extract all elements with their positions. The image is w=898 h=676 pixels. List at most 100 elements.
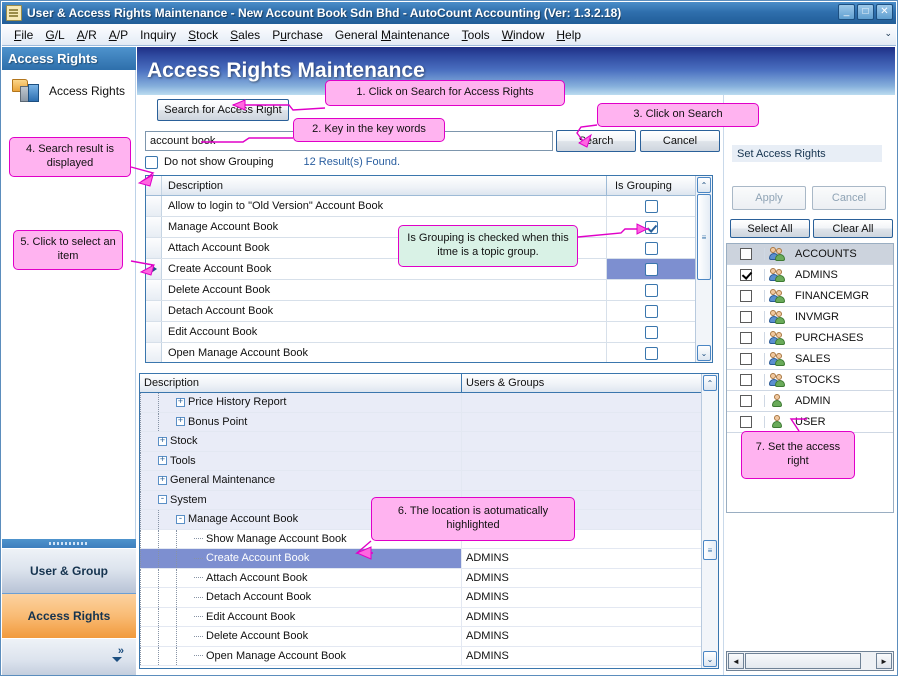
list-item[interactable]: STOCKS [727, 370, 893, 391]
menu-item-ap[interactable]: A/P [103, 26, 134, 44]
nav-splitter-grip[interactable] [2, 539, 136, 548]
expand-icon[interactable]: + [176, 417, 185, 427]
is-grouping-checkbox[interactable] [644, 262, 658, 276]
table-row[interactable]: Open Manage Account Book [146, 343, 695, 362]
tree-cell-description[interactable]: + Bonus Point [140, 412, 462, 431]
scroll-down-arrow-icon[interactable]: ⌄ [703, 651, 717, 667]
is-grouping-checkbox[interactable] [644, 325, 658, 339]
leftnav-entry-access-rights[interactable]: Access Rights [2, 70, 135, 104]
tree-row[interactable]: + General Maintenance [140, 471, 701, 491]
clear-all-button[interactable]: Clear All [813, 219, 893, 238]
user-group-checkbox[interactable] [739, 248, 752, 260]
nav-band-access-rights[interactable]: Access Rights [2, 593, 136, 638]
tree-cell-description[interactable]: Create Account Book [140, 549, 462, 568]
expand-icon[interactable]: + [176, 397, 185, 407]
tree-row[interactable]: Create Account Book ADMINS [140, 549, 701, 569]
search-button[interactable]: Search [556, 130, 636, 152]
tree-row[interactable]: + Stock [140, 432, 701, 452]
tree-column-header-description[interactable]: Description [140, 374, 462, 392]
expand-icon[interactable]: + [158, 475, 167, 485]
is-grouping-checkbox[interactable] [644, 241, 658, 255]
user-group-checkbox[interactable] [739, 332, 752, 344]
cancel-button[interactable]: Cancel [640, 130, 720, 152]
row-indicator[interactable] [146, 196, 162, 216]
tree-row[interactable]: + Tools [140, 451, 701, 471]
list-item[interactable]: ADMIN [727, 391, 893, 412]
cell-is-grouping[interactable] [607, 343, 695, 362]
results-grid-vscrollbar[interactable]: ⌃ ≡ ⌄ [695, 176, 712, 362]
row-indicator[interactable] [146, 280, 162, 300]
is-grouping-checkbox[interactable] [644, 346, 658, 360]
table-row[interactable]: Allow to login to "Old Version" Account … [146, 196, 695, 217]
scroll-up-arrow-icon[interactable]: ⌃ [703, 375, 717, 391]
user-group-checkbox-cell[interactable] [727, 374, 765, 386]
cell-is-grouping[interactable] [607, 259, 695, 279]
cell-is-grouping[interactable] [607, 238, 695, 258]
scroll-down-arrow-icon[interactable]: ⌄ [697, 345, 711, 361]
list-item[interactable]: ACCOUNTS [727, 244, 893, 265]
list-item[interactable]: FINANCEMGR [727, 286, 893, 307]
chevron-down-icon[interactable] [112, 657, 122, 662]
menu-item-gl[interactable]: G/L [39, 26, 70, 44]
is-grouping-checkbox[interactable] [644, 283, 658, 297]
list-item[interactable]: SALES [727, 349, 893, 370]
collapse-icon[interactable]: - [176, 514, 185, 524]
tree-cell-description[interactable]: Delete Account Book [140, 627, 462, 646]
menu-item-purchase[interactable]: Purchase [266, 26, 329, 44]
nav-band-overflow[interactable]: » [2, 638, 136, 675]
menu-item-general-maintenance[interactable]: General Maintenance [329, 26, 456, 44]
user-group-checkbox[interactable] [739, 353, 752, 365]
user-group-checkbox-cell[interactable] [727, 416, 765, 428]
tree-column-header-users-groups[interactable]: Users & Groups [462, 374, 701, 392]
tree-row[interactable]: + Price History Report [140, 393, 701, 413]
chevron-double-right-icon[interactable]: » [118, 645, 124, 657]
tree-cell-description[interactable]: Open Manage Account Book [140, 646, 462, 665]
minimize-button[interactable]: _ [838, 4, 855, 20]
tree-cell-description[interactable]: + Price History Report [140, 393, 462, 412]
user-group-checkbox[interactable] [739, 395, 752, 407]
close-button[interactable]: ✕ [876, 4, 893, 20]
user-group-checkbox[interactable] [739, 269, 752, 281]
table-row[interactable]: Delete Account Book [146, 280, 695, 301]
menu-item-inquiry[interactable]: Inquiry [134, 26, 182, 44]
chevron-down-icon[interactable]: ⌄ [884, 28, 892, 39]
user-group-checkbox-cell[interactable] [727, 311, 765, 323]
row-indicator[interactable] [146, 217, 162, 237]
menu-item-tools[interactable]: Tools [456, 26, 496, 44]
column-header-is-grouping[interactable]: Is Grouping [607, 176, 695, 195]
list-item[interactable]: INVMGR [727, 307, 893, 328]
user-group-checkbox-cell[interactable] [727, 248, 765, 260]
menu-item-window[interactable]: Window [496, 26, 551, 44]
tree-row[interactable]: Open Manage Account Book ADMINS [140, 646, 701, 666]
tree-cell-description[interactable]: + Stock [140, 432, 462, 451]
select-all-button[interactable]: Select All [730, 219, 810, 238]
tree-cell-description[interactable]: + General Maintenance [140, 471, 462, 490]
tree-vscrollbar[interactable]: ⌃ ≡ ⌄ [701, 374, 718, 668]
scroll-right-arrow-icon[interactable]: ► [876, 653, 892, 669]
user-group-checkbox-cell[interactable] [727, 290, 765, 302]
tree-row[interactable]: Detach Account Book ADMINS [140, 588, 701, 608]
scroll-up-arrow-icon[interactable]: ⌃ [697, 177, 711, 193]
tree-cell-description[interactable]: Edit Account Book [140, 607, 462, 626]
cell-is-grouping[interactable] [607, 322, 695, 342]
is-grouping-checkbox[interactable] [644, 304, 658, 318]
list-item[interactable]: PURCHASES [727, 328, 893, 349]
table-row[interactable]: Detach Account Book [146, 301, 695, 322]
tree-cell-description[interactable]: + Tools [140, 451, 462, 470]
tree-cell-description[interactable]: Detach Account Book [140, 588, 462, 607]
cell-is-grouping[interactable] [607, 196, 695, 216]
row-current-indicator-icon[interactable] [146, 259, 162, 279]
scroll-left-arrow-icon[interactable]: ◄ [728, 653, 744, 669]
tree-cell-description[interactable]: Attach Account Book [140, 568, 462, 587]
scroll-track[interactable]: ≡ [696, 194, 712, 344]
scroll-thumb[interactable] [745, 653, 861, 669]
is-grouping-checkbox[interactable] [644, 199, 658, 213]
cancel-access-button[interactable]: Cancel [812, 186, 886, 210]
row-indicator[interactable] [146, 238, 162, 258]
tree-row[interactable]: + Bonus Point [140, 412, 701, 432]
menu-item-stock[interactable]: Stock [182, 26, 224, 44]
menu-item-ar[interactable]: A/R [71, 26, 103, 44]
row-indicator[interactable] [146, 322, 162, 342]
user-group-checkbox-cell[interactable] [727, 332, 765, 344]
users-groups-hscrollbar[interactable]: ◄ ► [726, 651, 894, 671]
